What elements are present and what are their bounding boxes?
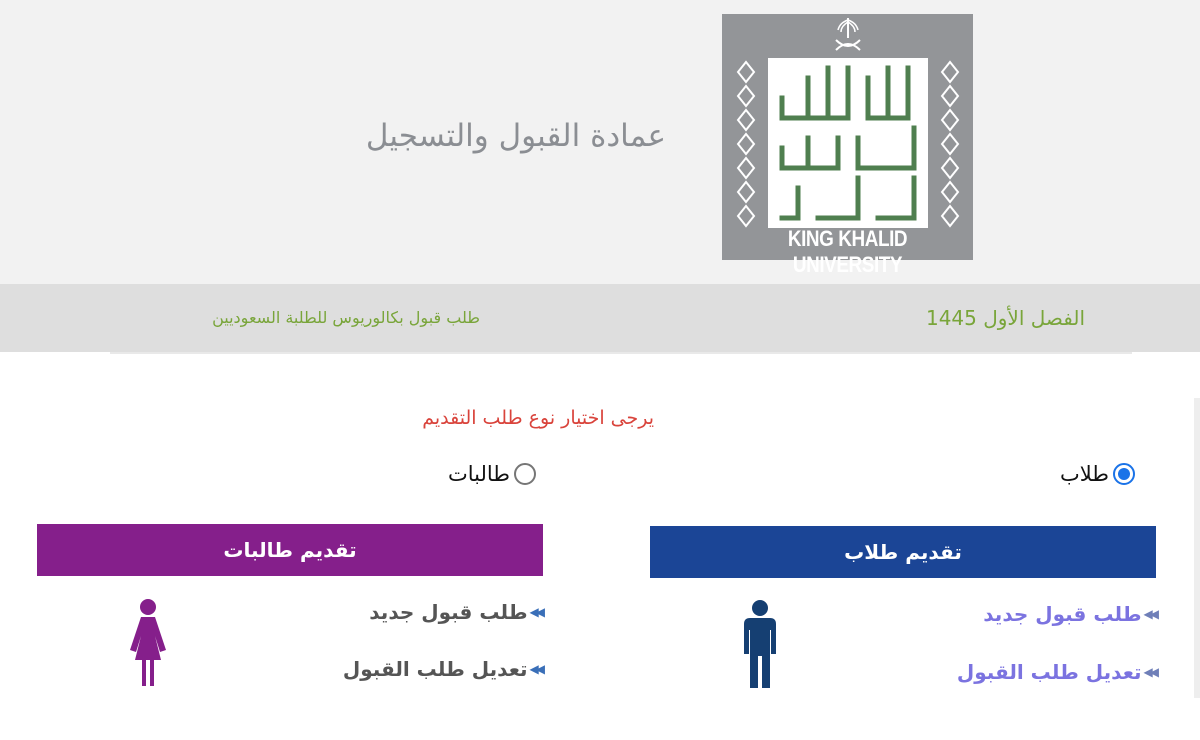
female-person-icon	[130, 599, 166, 686]
double-arrow-icon: ◀◀	[529, 605, 546, 619]
male-edit-application-label: تعديل طلب القبول	[956, 660, 1142, 684]
logo-calligraphy-art	[779, 65, 917, 221]
logo-ornament-right	[940, 60, 960, 228]
male-person-icon	[744, 600, 776, 688]
application-type-prompt: يرجى اختيار نوع طلب التقديم	[422, 407, 654, 429]
university-logo[interactable]: KING KHALID UNIVERSITY	[722, 14, 973, 277]
female-edit-application-label: تعديل طلب القبول	[342, 657, 528, 681]
double-arrow-icon: ◀◀	[1143, 607, 1160, 621]
female-new-application-label: طلب قبول جديد	[369, 600, 528, 624]
radio-option-male[interactable]: طلاب	[1060, 462, 1136, 486]
female-edit-application-link[interactable]: ◀◀ تعديل طلب القبول	[340, 657, 546, 681]
info-bar-underline	[110, 352, 1132, 354]
female-new-application-link[interactable]: ◀◀ طلب قبول جديد	[366, 600, 546, 624]
request-type-label: طلب قبول بكالوريوس للطلبة السعوديين	[212, 308, 480, 327]
male-panel-header: تقديم طلاب	[650, 526, 1156, 578]
scrollbar-track[interactable]	[1194, 398, 1200, 698]
logo-english-text: KING KHALID UNIVERSITY	[787, 226, 908, 277]
radio-option-female[interactable]: طالبات	[448, 462, 537, 486]
radio-label-male: طلاب	[1060, 462, 1110, 486]
logo-calligraphy-panel	[768, 58, 928, 228]
logo-ornament-left	[736, 60, 756, 228]
radio-button-female[interactable]	[514, 463, 537, 485]
double-arrow-icon: ◀◀	[529, 662, 546, 676]
male-new-application-label: طلب قبول جديد	[983, 602, 1142, 626]
saudi-emblem-icon	[835, 18, 861, 51]
radio-label-female: طالبات	[448, 462, 511, 486]
male-edit-application-link[interactable]: ◀◀ تعديل طلب القبول	[954, 660, 1160, 684]
male-new-application-link[interactable]: ◀◀ طلب قبول جديد	[978, 602, 1160, 626]
radio-button-male[interactable]	[1113, 463, 1136, 485]
deanship-title: عمادة القبول والتسجيل	[365, 118, 666, 154]
female-panel-header: تقديم طالبات	[37, 524, 543, 576]
double-arrow-icon: ◀◀	[1143, 665, 1160, 679]
semester-label: الفصل الأول 1445	[925, 306, 1085, 330]
